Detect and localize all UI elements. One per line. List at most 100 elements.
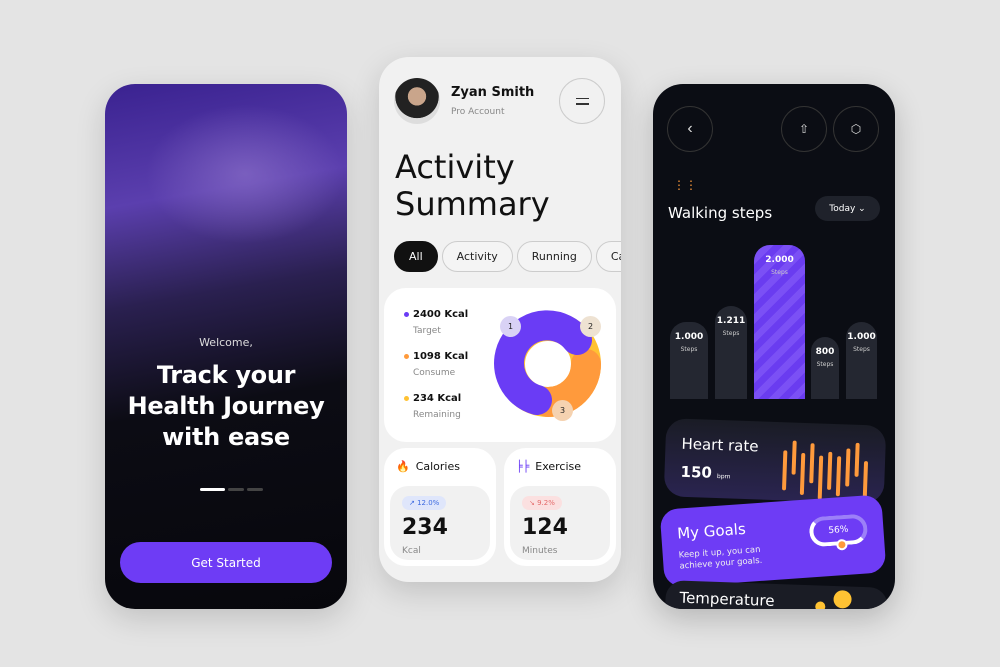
waveform-bar	[845, 448, 851, 487]
exercise-stat: ↘ 9.2% 124 Minutes	[510, 486, 610, 560]
legend-label: Consume	[413, 368, 456, 378]
steps-bar[interactable]: 1.000 Steps	[846, 322, 877, 399]
title-line: Summary	[395, 185, 550, 223]
gear-icon: ⬡	[850, 122, 862, 136]
activity-summary-screen: Zyan Smith Pro Account Activity Summary A…	[379, 57, 621, 582]
marker-1: 1	[500, 316, 521, 337]
period-dropdown[interactable]: Today ⌄	[815, 196, 880, 221]
change-badge-down: ↘ 9.2%	[522, 496, 562, 510]
tab-running[interactable]: Running	[516, 241, 592, 272]
legend-label: Target	[413, 326, 441, 336]
steps-title: Walking steps	[668, 204, 773, 222]
exercise-title: ╞╞ Exercise	[516, 460, 581, 473]
exercise-card[interactable]: ╞╞ Exercise ↘ 9.2% 124 Minutes	[504, 448, 616, 566]
page-title: Activity Summary	[395, 149, 550, 223]
bar-value: 800	[815, 347, 835, 358]
tab-all[interactable]: All	[394, 241, 438, 272]
title-line: Track your	[156, 361, 296, 389]
waveform-bar	[854, 442, 860, 477]
bar-unit: Steps	[816, 361, 834, 369]
bar-value: 2.000	[765, 255, 794, 265]
marker-3: 3	[552, 400, 573, 421]
calories-card[interactable]: 🔥 Calories ↗ 12.0% 234 Kcal	[384, 448, 496, 566]
title-line: Activity	[395, 148, 515, 186]
waveform-bar	[809, 443, 815, 484]
legend-target: 2400 Kcal Target	[404, 309, 468, 336]
onboarding-screen: Welcome, Track your Health Journey with …	[105, 84, 347, 609]
footsteps-icon: ⋮⋮	[673, 178, 697, 192]
title-line: Health Journey	[127, 392, 325, 420]
steps-bar[interactable]: 1.000 Steps	[670, 322, 708, 399]
heart-rate-reading: 150 bpm	[680, 463, 731, 483]
fire-icon: 🔥	[396, 460, 410, 473]
heart-rate-title: Heart rate	[681, 434, 759, 456]
bar-value: 1.211	[716, 315, 746, 326]
page-dot[interactable]	[247, 488, 263, 491]
change-badge-up: ↗ 12.0%	[402, 496, 447, 510]
waveform-bar	[835, 456, 842, 497]
user-name: Zyan Smith	[451, 85, 535, 100]
change-value: 12.0%	[417, 499, 440, 507]
donut-consume	[533, 349, 601, 417]
period-value: Today	[829, 203, 856, 214]
waveform-bar	[817, 455, 824, 500]
heart-rate-waveform	[781, 436, 874, 500]
menu-icon	[575, 97, 589, 99]
page-indicator[interactable]	[200, 488, 263, 491]
walking-steps-screen: ‹ ⇧ ⬡ ⋮⋮ Walking steps Today ⌄ 1.000 Step…	[653, 84, 895, 609]
back-button[interactable]: ‹	[667, 106, 713, 152]
page-dot[interactable]	[228, 488, 244, 491]
waveform-bar	[827, 451, 833, 490]
onboarding-title: Track your Health Journey with ease	[105, 360, 347, 453]
waveform-bar	[791, 440, 797, 475]
legend-value: 234 Kcal	[413, 393, 462, 404]
get-started-button[interactable]: Get Started	[120, 542, 332, 583]
legend-remaining: 234 Kcal Remaining	[404, 393, 461, 420]
card-title: Calories	[415, 460, 460, 473]
tab-calories[interactable]: Cal	[595, 241, 621, 272]
chevron-left-icon: ‹	[687, 120, 693, 137]
steps-bar[interactable]: 800 Steps	[811, 337, 839, 399]
calories-unit: Kcal	[402, 546, 421, 556]
bar-value: 1.000	[674, 332, 704, 342]
bar-value: 1.000	[847, 332, 876, 342]
page-dot[interactable]	[200, 488, 225, 491]
temperature-card[interactable]: Temperature	[664, 580, 888, 609]
legend-label: Remaining	[413, 410, 461, 420]
my-goals-card[interactable]: My Goals Keep it up, you can achieve you…	[659, 494, 887, 588]
goals-text: Keep it up, you can achieve your goals.	[678, 544, 763, 572]
waveform-bar	[799, 452, 806, 496]
calories-chart-card: 2400 Kcal Target 1098 Kcal Consume 234 Kca…	[384, 288, 616, 442]
share-button[interactable]: ⇧	[781, 106, 827, 152]
calories-value: 234	[402, 515, 448, 540]
temperature-dot	[833, 590, 852, 609]
steps-bar-highlighted[interactable]: 2.000 Steps	[754, 245, 805, 399]
bar-unit: Steps	[771, 269, 788, 276]
heart-rate-value: 150	[680, 462, 713, 482]
temperature-title: Temperature	[679, 588, 775, 609]
waveform-bar	[781, 450, 788, 491]
legend-value: 1098 Kcal	[413, 351, 469, 362]
marker-2: 2	[580, 316, 601, 337]
heart-rate-card[interactable]: Heart rate 150 bpm	[663, 418, 887, 504]
progress-knob	[836, 538, 848, 551]
tab-activity[interactable]: Activity	[441, 241, 513, 272]
welcome-text: Welcome,	[199, 336, 253, 349]
dumbbell-icon: ╞╞	[516, 460, 530, 473]
calories-stat: ↗ 12.0% 234 Kcal	[390, 486, 490, 560]
heart-rate-unit: bpm	[716, 472, 731, 481]
calories-title: 🔥 Calories	[396, 460, 460, 473]
settings-button[interactable]: ⬡	[833, 106, 879, 152]
goals-progress-value: 56%	[828, 524, 849, 537]
user-plan: Pro Account	[451, 107, 505, 117]
steps-bar[interactable]: 1.211 Steps	[715, 305, 747, 399]
goals-title: My Goals	[676, 519, 747, 543]
temperature-dot	[815, 601, 826, 609]
share-icon: ⇧	[798, 122, 810, 136]
exercise-unit: Minutes	[522, 546, 558, 556]
legend-value: 2400 Kcal	[413, 309, 469, 320]
menu-button[interactable]	[559, 78, 605, 124]
waveform-bar	[862, 461, 869, 500]
change-value: 9.2%	[537, 499, 555, 507]
avatar[interactable]	[394, 78, 440, 124]
